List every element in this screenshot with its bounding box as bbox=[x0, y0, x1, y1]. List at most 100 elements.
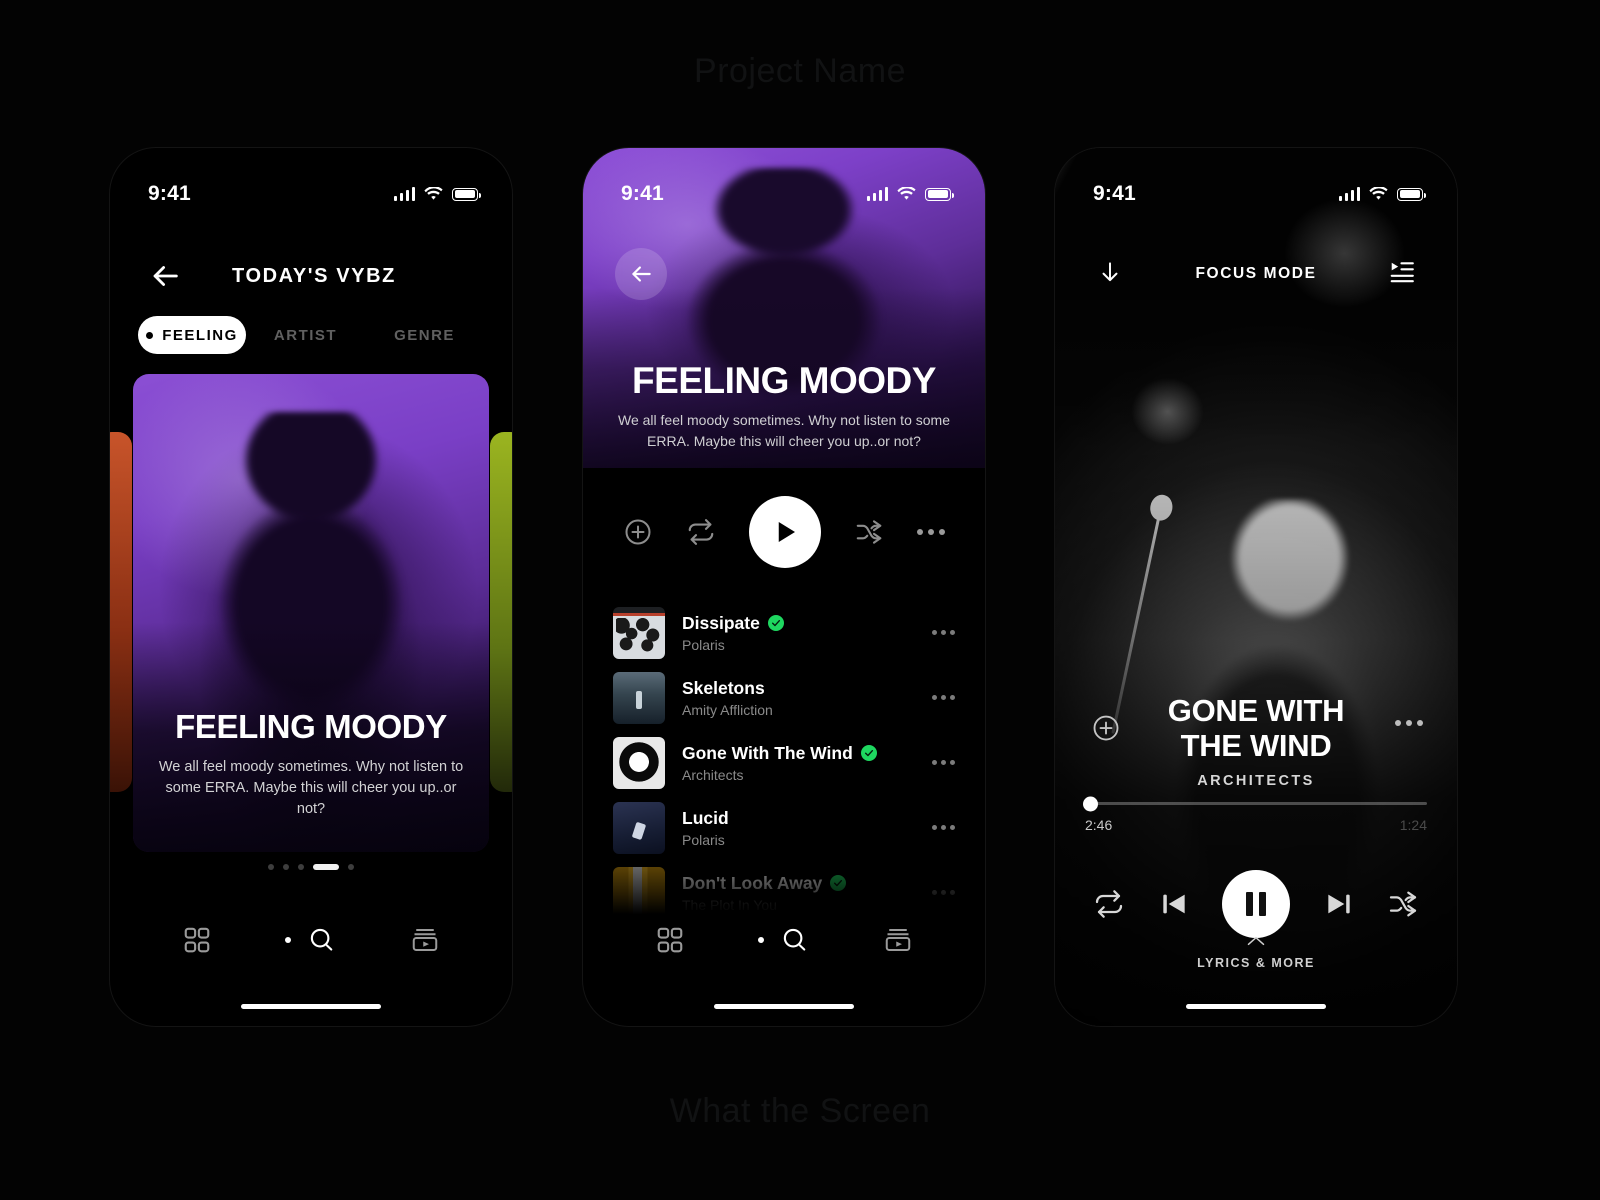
track-list[interactable]: Dissipate Polaris Skeletons Amity Afflic… bbox=[583, 600, 985, 914]
status-time: 9:41 bbox=[621, 182, 664, 205]
album-art bbox=[613, 801, 665, 854]
pagination-dot[interactable] bbox=[348, 864, 354, 870]
watermark-bottom: What the Screen bbox=[669, 1092, 931, 1130]
more-options-button[interactable] bbox=[917, 529, 945, 535]
repeat-button[interactable] bbox=[686, 517, 716, 547]
album-art bbox=[613, 866, 665, 914]
now-playing-title-line-2: THE WIND bbox=[1180, 728, 1332, 764]
track-title: Don't Look Away bbox=[682, 872, 823, 893]
search-icon bbox=[783, 928, 806, 951]
track-title: Skeletons bbox=[682, 677, 765, 698]
playlist-description: We all feel moody sometimes. Why not lis… bbox=[618, 412, 950, 449]
track-more-button[interactable] bbox=[922, 695, 955, 700]
home-indicator bbox=[714, 1004, 854, 1009]
tab-genre[interactable]: GENRE bbox=[365, 327, 484, 344]
more-icon bbox=[917, 529, 923, 535]
seek-handle[interactable] bbox=[1083, 796, 1098, 811]
grid-icon bbox=[657, 927, 682, 953]
more-icon bbox=[941, 890, 946, 895]
track-more-button[interactable] bbox=[922, 825, 955, 830]
next-icon bbox=[1327, 894, 1350, 914]
track-meta: Lucid Polaris bbox=[682, 808, 905, 848]
add-to-library-button[interactable] bbox=[1091, 713, 1121, 743]
more-icon bbox=[932, 630, 937, 635]
seek-bar-container: 2:46 1:24 bbox=[1055, 796, 1457, 833]
track-more-button[interactable] bbox=[922, 630, 955, 635]
track-title: Dissipate bbox=[682, 612, 760, 633]
play-button[interactable] bbox=[749, 496, 821, 568]
tabbar-item-library[interactable] bbox=[408, 923, 442, 957]
track-row[interactable]: Lucid Polaris bbox=[613, 795, 955, 860]
mood-card-feeling-moody[interactable]: FEELING MOODY We all feel moody sometime… bbox=[133, 374, 489, 852]
wifi-icon bbox=[424, 187, 443, 200]
lyrics-expander[interactable]: LYRICS & MORE bbox=[1055, 934, 1457, 970]
back-button[interactable] bbox=[615, 248, 667, 300]
carousel-peek-previous[interactable] bbox=[110, 432, 132, 792]
tab-feeling[interactable]: FEELING bbox=[138, 316, 246, 354]
tabbar-item-browse[interactable] bbox=[653, 923, 687, 957]
shuffle-button[interactable] bbox=[1387, 888, 1419, 920]
back-button[interactable] bbox=[148, 259, 182, 293]
phone-mockup-browse: 9:41 TODAY'S VYBZ FEELING ARTIST GENRE F… bbox=[110, 148, 512, 1026]
tab-feeling-label: FEELING bbox=[162, 326, 238, 344]
album-art bbox=[613, 736, 665, 789]
more-icon bbox=[939, 529, 945, 535]
pause-icon bbox=[1259, 892, 1266, 916]
previous-track-button[interactable] bbox=[1158, 888, 1190, 920]
home-indicator bbox=[241, 1004, 381, 1009]
filter-tabs: FEELING ARTIST GENRE bbox=[110, 312, 512, 358]
pagination-dot[interactable] bbox=[298, 864, 304, 870]
add-to-library-button[interactable] bbox=[623, 517, 653, 547]
tabbar-item-search[interactable] bbox=[284, 925, 337, 955]
pause-icon bbox=[1246, 892, 1253, 916]
pagination-dot-active[interactable] bbox=[313, 864, 339, 870]
repeat-icon bbox=[688, 519, 714, 545]
track-more-button[interactable] bbox=[922, 760, 955, 765]
plus-circle-icon bbox=[1093, 715, 1119, 741]
mood-carousel[interactable]: FEELING MOODY We all feel moody sometime… bbox=[110, 374, 512, 852]
carousel-peek-next[interactable] bbox=[490, 432, 512, 792]
queue-button[interactable] bbox=[1389, 259, 1415, 290]
pause-button[interactable] bbox=[1222, 870, 1290, 938]
track-row[interactable]: Skeletons Amity Affliction bbox=[613, 665, 955, 730]
now-playing-title-line-1: GONE WITH bbox=[1167, 693, 1345, 728]
track-artist: Polaris bbox=[682, 636, 725, 653]
album-art bbox=[613, 606, 665, 659]
track-title-row: Skeletons bbox=[682, 678, 905, 699]
track-row[interactable]: Gone With The Wind Architects bbox=[613, 730, 955, 795]
battery-icon bbox=[925, 187, 954, 201]
playlist-controls bbox=[583, 484, 985, 580]
tabbar-item-search[interactable] bbox=[757, 925, 810, 955]
tab-artist[interactable]: ARTIST bbox=[246, 327, 365, 344]
cellular-signal-icon bbox=[393, 187, 415, 201]
repeat-button[interactable] bbox=[1093, 888, 1125, 920]
track-row[interactable]: Don't Look Away The Plot In You bbox=[613, 860, 955, 914]
more-icon bbox=[932, 760, 937, 765]
tabbar-item-browse[interactable] bbox=[180, 923, 214, 957]
library-icon bbox=[886, 929, 911, 951]
track-meta: Dissipate Polaris bbox=[682, 613, 905, 653]
pagination-dot[interactable] bbox=[268, 864, 274, 870]
more-icon bbox=[1395, 720, 1401, 726]
pagination-dot[interactable] bbox=[283, 864, 289, 870]
more-icon bbox=[941, 760, 946, 765]
seek-bar[interactable] bbox=[1083, 796, 1427, 811]
shuffle-button[interactable] bbox=[854, 517, 884, 547]
next-track-button[interactable] bbox=[1323, 888, 1355, 920]
player-navbar: FOCUS MODE bbox=[1055, 248, 1457, 300]
more-icon bbox=[950, 695, 955, 700]
track-row[interactable]: Dissipate Polaris bbox=[613, 600, 955, 665]
shuffle-icon bbox=[1389, 891, 1417, 917]
screen-browse: 9:41 TODAY'S VYBZ FEELING ARTIST GENRE F… bbox=[110, 148, 512, 1026]
battery-icon bbox=[452, 187, 481, 201]
home-indicator bbox=[1186, 1004, 1326, 1009]
tabbar-item-library[interactable] bbox=[881, 923, 915, 957]
cellular-signal-icon bbox=[1338, 187, 1360, 201]
track-more-button[interactable] bbox=[922, 890, 955, 895]
track-artist: Amity Affliction bbox=[682, 701, 773, 718]
track-options-button[interactable] bbox=[1395, 720, 1423, 726]
now-playing-artist: ARCHITECTS bbox=[1197, 772, 1315, 789]
screen-player: 9:41 FOCUS MODE GONE WITH THE WIND ARCHI… bbox=[1055, 148, 1457, 1026]
minimize-player-button[interactable] bbox=[1097, 259, 1123, 290]
mood-card-title: FEELING MOODY bbox=[175, 707, 447, 745]
